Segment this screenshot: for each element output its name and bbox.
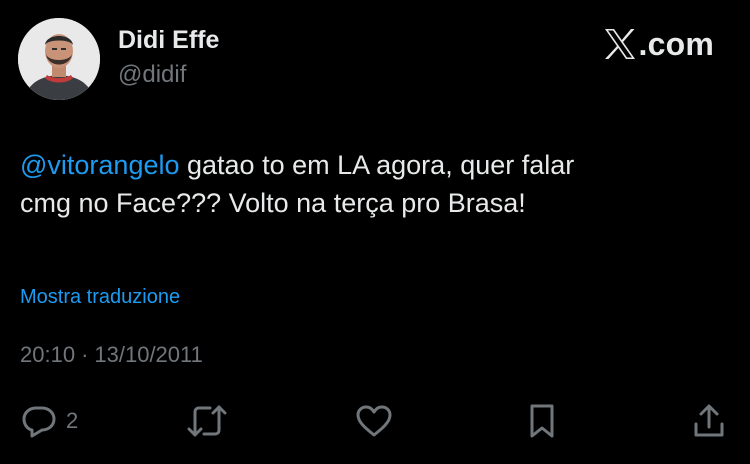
retweet-button[interactable] (186, 400, 228, 442)
tweet-card: Didi Effe @didif .com @vitorangelo gatao… (0, 0, 750, 464)
translate-link[interactable]: Mostra traduzione (20, 286, 180, 309)
avatar[interactable] (18, 18, 100, 100)
person-avatar-icon (18, 18, 100, 100)
reply-count: 2 (66, 408, 79, 433)
action-bar: 2 (0, 400, 750, 442)
heart-icon (354, 402, 394, 440)
tweet-time: 20:10 (20, 342, 76, 367)
share-button[interactable] (690, 400, 728, 442)
timestamp[interactable]: 20:10 · 13/10/2011 (20, 342, 203, 368)
bookmark-button[interactable] (524, 400, 560, 442)
x-logo-icon (603, 28, 637, 60)
tweet-text-line-2: cmg no Face??? Volto na terça pro Brasa! (20, 188, 526, 218)
display-name[interactable]: Didi Effe (118, 26, 219, 55)
user-handle[interactable]: @didif (118, 61, 186, 89)
like-button[interactable] (354, 400, 394, 442)
tweet-text-line-1: gatao to em LA agora, quer falar (179, 150, 575, 180)
brand-logo: .com (603, 24, 715, 64)
share-icon (690, 402, 728, 440)
tweet-date: 13/10/2011 (94, 342, 203, 367)
mention-link[interactable]: @vitorangelo (20, 150, 180, 180)
reply-button[interactable]: 2 (20, 400, 78, 442)
reply-icon (20, 402, 58, 440)
retweet-icon (186, 402, 228, 440)
bookmark-icon (524, 402, 560, 440)
tweet-text: @vitorangelo gatao to em LA agora, quer … (20, 146, 720, 222)
brand-text: .com (638, 25, 714, 62)
timestamp-separator: · (81, 342, 89, 367)
